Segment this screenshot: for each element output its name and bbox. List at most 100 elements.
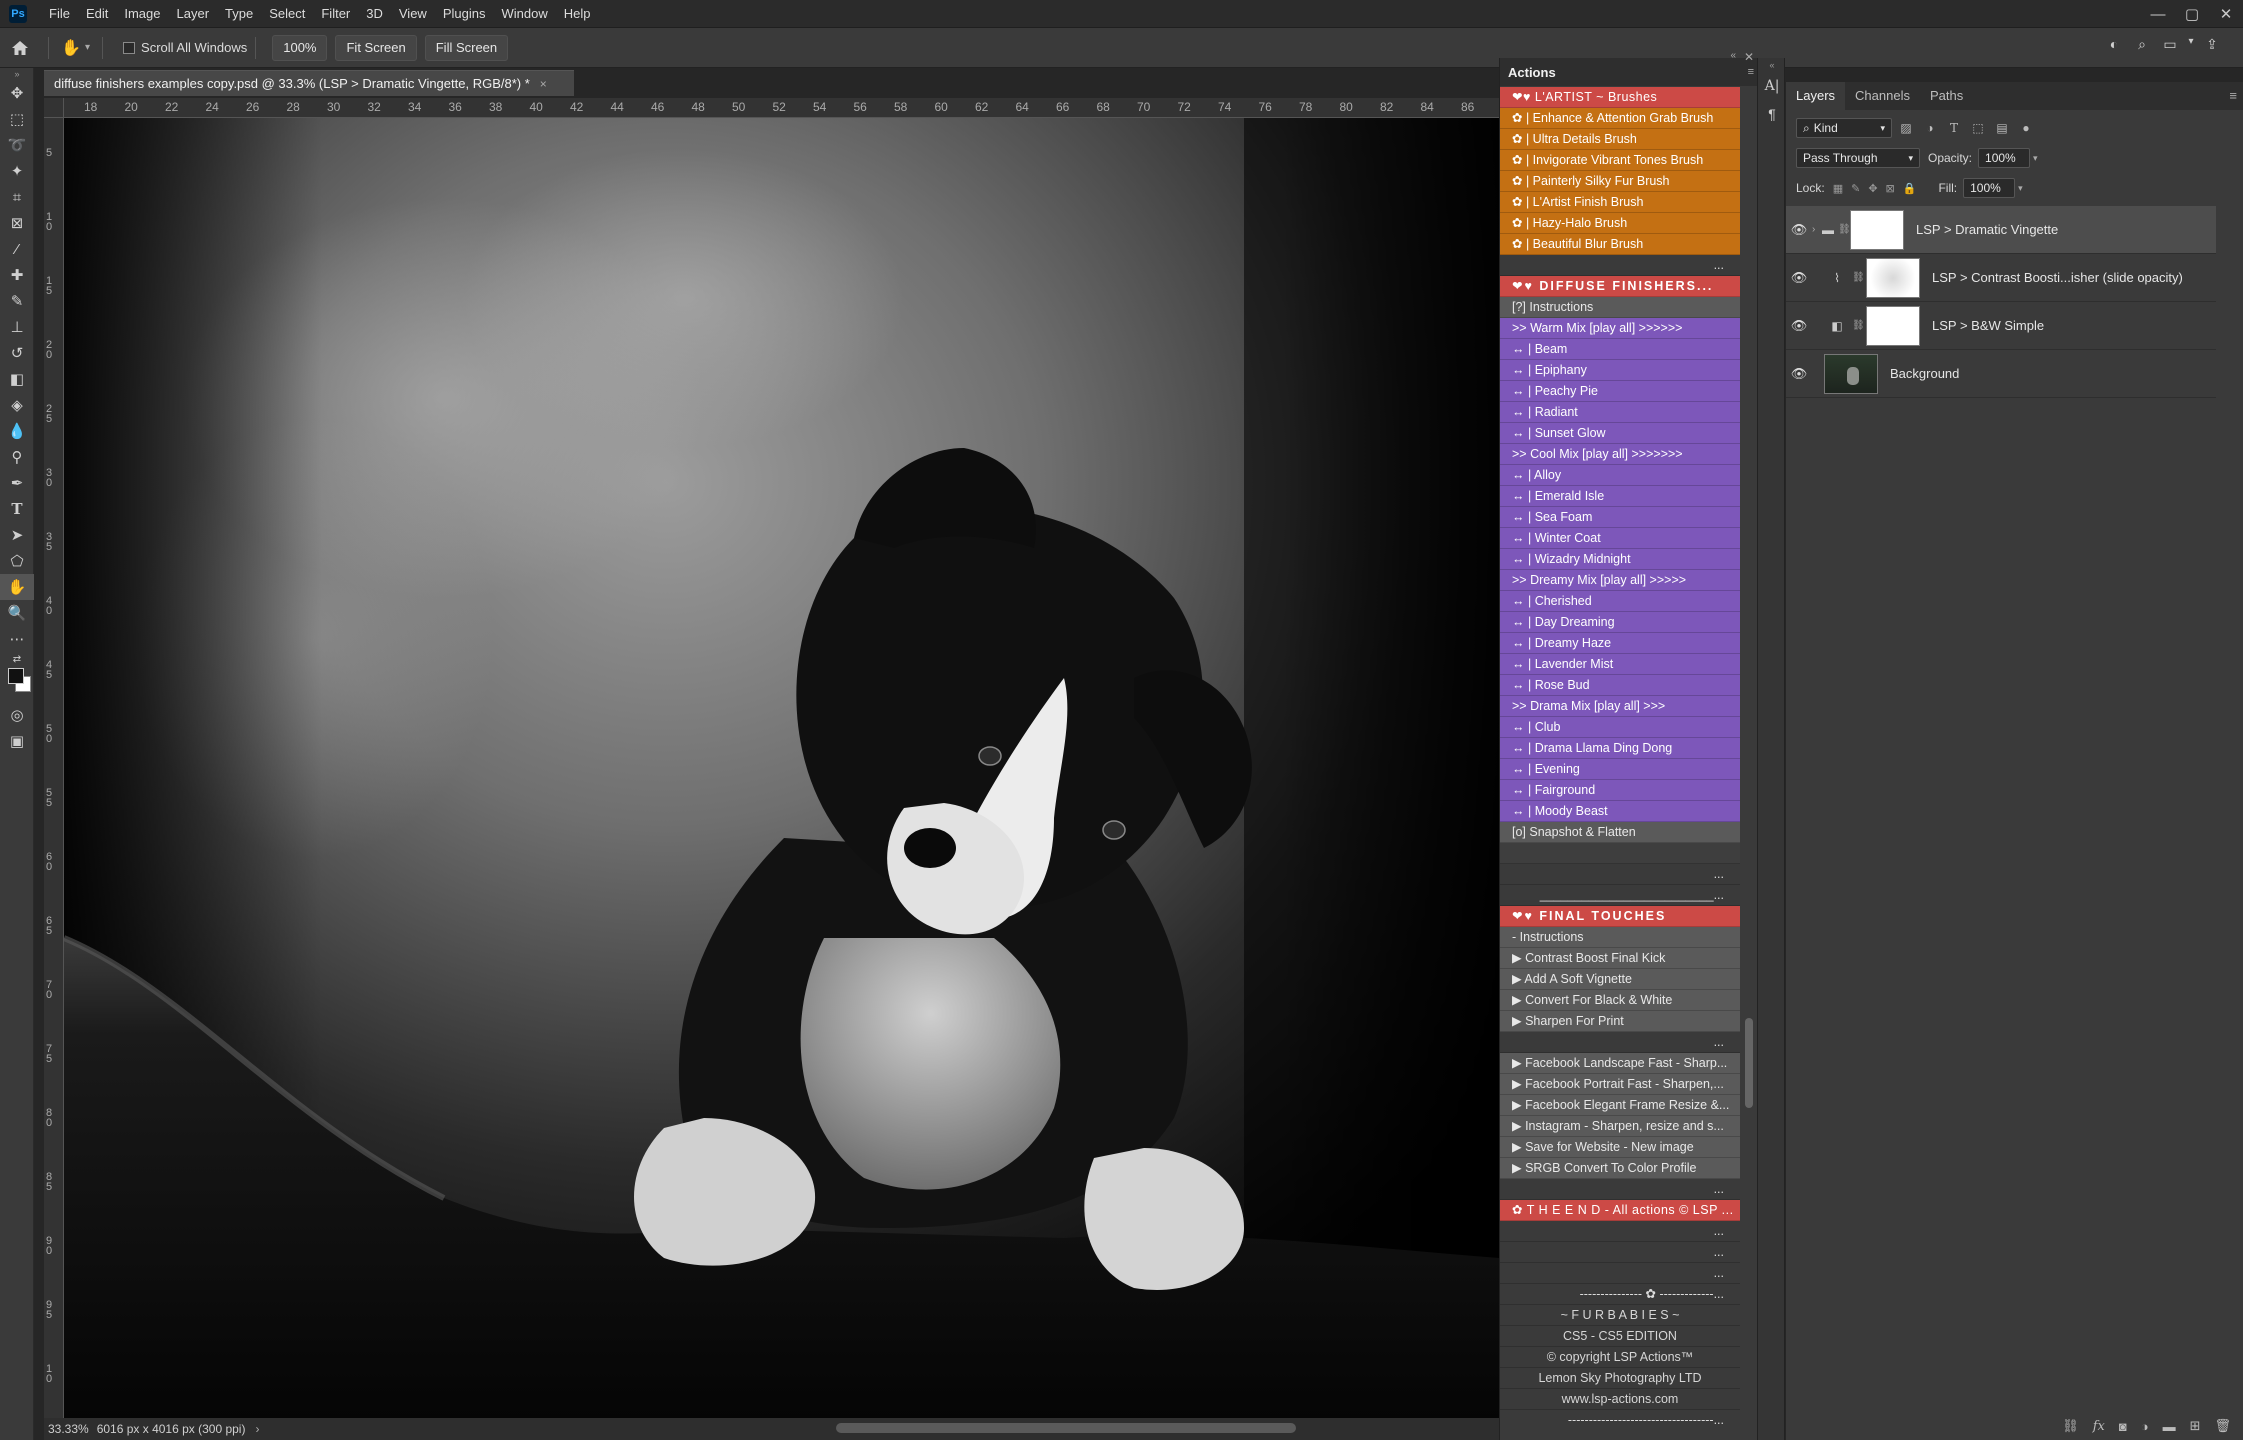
scroll-all-windows-checkbox[interactable]: Scroll All Windows [123,40,247,55]
filter-adjustment-icon[interactable]: ◑ [1920,118,1940,138]
visibility-eye-icon[interactable]: 👁 [1786,366,1812,382]
action-item[interactable] [1500,843,1740,864]
new-layer-icon[interactable]: ⊞ [2190,1418,2201,1434]
visibility-eye-icon[interactable]: 👁 [1786,270,1812,286]
hand-tool-icon[interactable]: ✋ [0,574,34,600]
action-item[interactable]: ▶ Convert For Black & White [1500,990,1740,1011]
action-item[interactable]: [?] Instructions [1500,297,1740,318]
panel-menu-icon[interactable]: ≡ [2229,88,2237,103]
path-selection-tool-icon[interactable]: ➤ [0,522,34,548]
lock-all-icon[interactable]: 🔒 [1903,182,1917,195]
action-item[interactable]: ↔ | Alloy [1500,465,1740,486]
action-item[interactable]: ▶ Facebook Portrait Fast - Sharpen,... [1500,1074,1740,1095]
action-item[interactable]: ↔ | Cherished [1500,591,1740,612]
home-icon[interactable] [0,40,40,56]
blur-tool-icon[interactable]: 💧 [0,418,34,444]
status-arrow-icon[interactable]: › [255,1422,259,1436]
fill-input[interactable]: 100% [1963,178,2016,198]
layer-name[interactable]: LSP > B&W Simple [1932,318,2044,333]
filter-toggle-icon[interactable]: ● [2016,118,2036,138]
action-item[interactable]: © copyright LSP Actions™ [1500,1347,1740,1368]
action-item[interactable]: ❤♥ L'ARTIST ~ Brushes [1500,87,1740,108]
add-mask-icon[interactable]: ◙ [2119,1419,2127,1434]
action-item[interactable]: ↔ | Fairground [1500,780,1740,801]
menu-edit[interactable]: Edit [78,0,116,28]
collapse-panel-icon[interactable]: « [1730,50,1736,61]
document-canvas[interactable] [64,118,1499,1420]
action-item[interactable]: CS5 - CS5 EDITION [1500,1326,1740,1347]
layer-row[interactable]: 👁 ⌇ ⛓ LSP > Contrast Boosti...isher (sli… [1786,254,2216,302]
action-item[interactable]: ... [1500,1221,1740,1242]
horizontal-scrollbar-thumb[interactable] [836,1423,1296,1433]
menu-type[interactable]: Type [217,0,261,28]
action-item[interactable]: >> Drama Mix [play all] >>> [1500,696,1740,717]
action-item[interactable]: _________________________... [1500,885,1740,906]
action-item[interactable]: --------------- ✿ -------------... [1500,1284,1740,1305]
visibility-eye-icon[interactable]: 👁 [1786,318,1812,334]
healing-brush-tool-icon[interactable]: ✚ [0,262,34,288]
action-item[interactable]: >> Dreamy Mix [play all] >>>>> [1500,570,1740,591]
action-item[interactable]: ↔ | Rose Bud [1500,675,1740,696]
actions-panel-title[interactable]: Actions [1500,65,1556,80]
layer-row[interactable]: 👁 Background [1786,350,2216,398]
menu-layer[interactable]: Layer [169,0,218,28]
action-item[interactable]: ↔ | Emerald Isle [1500,486,1740,507]
action-item[interactable]: ↔ | Evening [1500,759,1740,780]
pen-tool-icon[interactable]: ✒ [0,470,34,496]
status-zoom[interactable]: 33.33% [48,1422,89,1436]
layer-row[interactable]: 👁 ◧ ⛓ LSP > B&W Simple [1786,302,2216,350]
eyedropper-tool-icon[interactable]: ⁄ [0,236,34,262]
search-icon[interactable]: ⌕ [2128,36,2156,53]
visibility-eye-icon[interactable]: 👁 [1786,222,1812,238]
move-tool-icon[interactable]: ✥ [0,80,34,106]
zoom-level-button[interactable]: 100% [272,34,328,61]
action-item[interactable]: www.lsp-actions.com [1500,1389,1740,1410]
action-item[interactable]: ... [1500,864,1740,885]
menu-view[interactable]: View [391,0,435,28]
action-item[interactable]: ↔ | Dreamy Haze [1500,633,1740,654]
expand-group-icon[interactable]: › [1812,224,1822,235]
filter-shape-icon[interactable]: ⬚ [1968,118,1988,138]
blend-mode-select[interactable]: Pass Through ▾ [1796,148,1920,168]
action-item[interactable]: ↔ | Lavender Mist [1500,654,1740,675]
lock-transparent-icon[interactable]: ▦ [1833,182,1843,195]
action-item[interactable]: ~ F U R B A B I E S ~ [1500,1305,1740,1326]
menu-select[interactable]: Select [261,0,313,28]
action-item[interactable]: -----------------------------------... [1500,1410,1740,1427]
type-tool-icon[interactable]: T [0,496,34,522]
action-item[interactable]: ↔ | Wizadry Midnight [1500,549,1740,570]
new-group-icon[interactable]: ▬ [2163,1419,2176,1434]
opacity-input[interactable]: 100% [1978,148,2031,168]
action-item[interactable]: ▶ Add A Soft Vignette [1500,969,1740,990]
action-item[interactable]: ↔ | Moody Beast [1500,801,1740,822]
action-item[interactable]: ▶ Save for Website - New image [1500,1137,1740,1158]
history-brush-tool-icon[interactable]: ↺ [0,340,34,366]
layer-style-icon[interactable]: fx [2093,1419,2105,1434]
action-item[interactable]: ❤♥ FINAL TOUCHES [1500,906,1740,927]
lock-artboard-icon[interactable]: ⊠ [1886,182,1895,195]
action-item[interactable]: ▶ Facebook Landscape Fast - Sharp... [1500,1053,1740,1074]
document-tab[interactable]: diffuse finishers examples copy.psd @ 33… [44,70,574,96]
paint-bucket-tool-icon[interactable]: ◈ [0,392,34,418]
character-panel-icon[interactable]: A| [1758,72,1786,100]
eraser-tool-icon[interactable]: ◧ [0,366,34,392]
action-item[interactable]: ▶ Sharpen For Print [1500,1011,1740,1032]
chevron-down-icon[interactable]: ▾ [2033,153,2038,164]
brush-tool-icon[interactable]: ✎ [0,288,34,314]
action-item[interactable]: ✿ T H E E N D - All actions © LSP ... [1500,1200,1740,1221]
zoom-tool-icon[interactable]: 🔍 [0,600,34,626]
action-item[interactable]: ↔ | Winter Coat [1500,528,1740,549]
action-item[interactable]: ↔ | Beam [1500,339,1740,360]
marquee-tool-icon[interactable]: ⬚ [0,106,34,132]
workspace-icon[interactable]: ▭ [2156,36,2184,53]
shape-tool-icon[interactable]: ⬠ [0,548,34,574]
magic-wand-tool-icon[interactable]: ✦ [0,158,34,184]
layer-mask-thumbnail[interactable] [1866,305,1920,346]
menu-plugins[interactable]: Plugins [435,0,494,28]
action-item[interactable]: ✿ | Invigorate Vibrant Tones Brush [1500,150,1740,171]
close-panel-icon[interactable]: ✕ [1744,50,1754,64]
action-item[interactable]: >> Warm Mix [play all] >>>>>> [1500,318,1740,339]
filter-kind-select[interactable]: ⌕ Kind ▾ [1796,118,1892,138]
action-item[interactable]: ↔ | Radiant [1500,402,1740,423]
layer-mask-thumbnail[interactable] [1866,257,1920,298]
